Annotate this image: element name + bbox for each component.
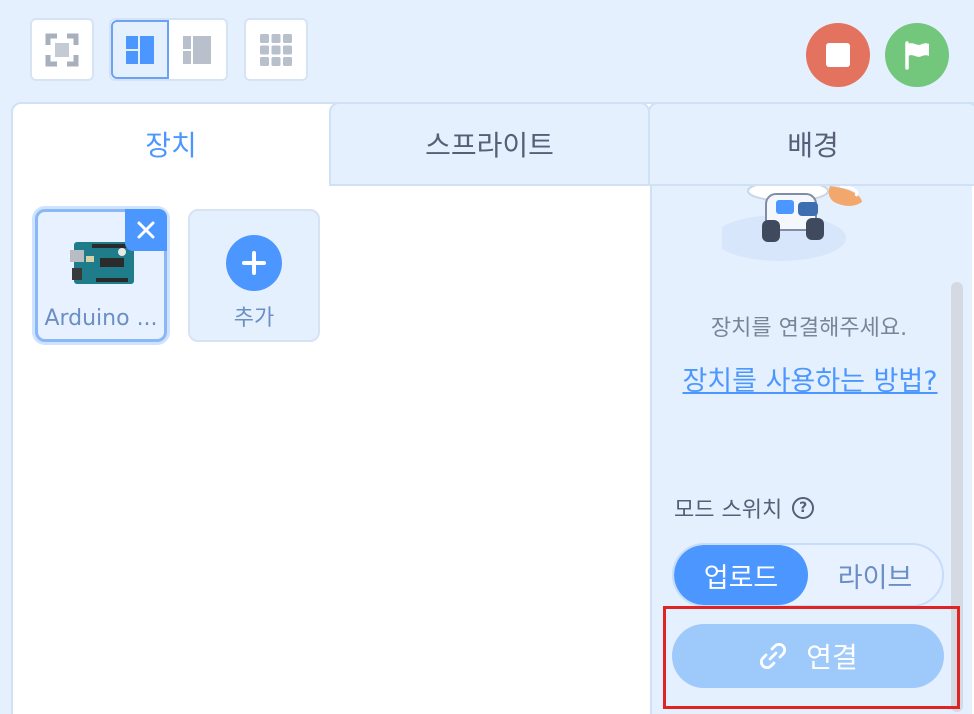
device-help-link[interactable]: 장치를 사용하는 방법? bbox=[672, 360, 948, 404]
fullscreen-button[interactable] bbox=[30, 18, 94, 81]
stop-icon bbox=[826, 43, 850, 67]
mode-live-button[interactable]: 라이브 bbox=[808, 545, 942, 605]
green-flag-button[interactable] bbox=[885, 23, 949, 87]
fullscreen-icon bbox=[45, 33, 79, 66]
layout-small-stage-icon bbox=[183, 35, 212, 64]
layout-large-stage-icon bbox=[125, 35, 154, 64]
close-icon bbox=[137, 221, 155, 239]
add-device-label: 추가 bbox=[233, 306, 275, 331]
grid-icon bbox=[260, 33, 292, 66]
mode-switch-label-row: 모드 스위치 ? bbox=[674, 492, 815, 524]
connect-button-label: 연결 bbox=[806, 641, 858, 674]
tab-device-label: 장치 bbox=[145, 129, 197, 162]
tab-sprite[interactable]: 스프라이트 bbox=[329, 102, 650, 186]
link-icon bbox=[760, 642, 787, 670]
connect-button[interactable]: 연결 bbox=[672, 624, 944, 688]
plus-icon bbox=[242, 251, 266, 275]
layout-large-stage-button[interactable] bbox=[111, 20, 169, 79]
mode-switch: 업로드 라이브 bbox=[672, 543, 944, 607]
remove-device-button[interactable] bbox=[125, 209, 167, 251]
tab-background[interactable]: 배경 bbox=[648, 102, 974, 186]
mode-upload-button[interactable]: 업로드 bbox=[674, 545, 808, 605]
grid-view-button[interactable] bbox=[244, 18, 308, 81]
device-card-arduino[interactable]: Arduino ... bbox=[35, 209, 167, 342]
connect-device-message: 장치를 연결해주세요. bbox=[710, 316, 908, 341]
layout-small-stage-button[interactable] bbox=[169, 20, 227, 79]
add-circle bbox=[226, 235, 282, 291]
green-flag-icon bbox=[905, 41, 929, 70]
tab-background-label: 배경 bbox=[787, 129, 839, 162]
stop-button[interactable] bbox=[806, 23, 870, 87]
help-icon[interactable]: ? bbox=[792, 497, 815, 519]
tab-sprite-label: 스프라이트 bbox=[425, 129, 554, 162]
tab-device[interactable]: 장치 bbox=[11, 102, 331, 186]
layout-toggle bbox=[109, 18, 228, 81]
side-panel-scrollbar[interactable] bbox=[951, 282, 963, 712]
mode-switch-label: 모드 스위치 bbox=[674, 498, 783, 523]
add-device-button[interactable]: 추가 bbox=[188, 209, 320, 342]
robot-illustration bbox=[722, 186, 862, 261]
device-card-label: Arduino ... bbox=[44, 306, 158, 331]
